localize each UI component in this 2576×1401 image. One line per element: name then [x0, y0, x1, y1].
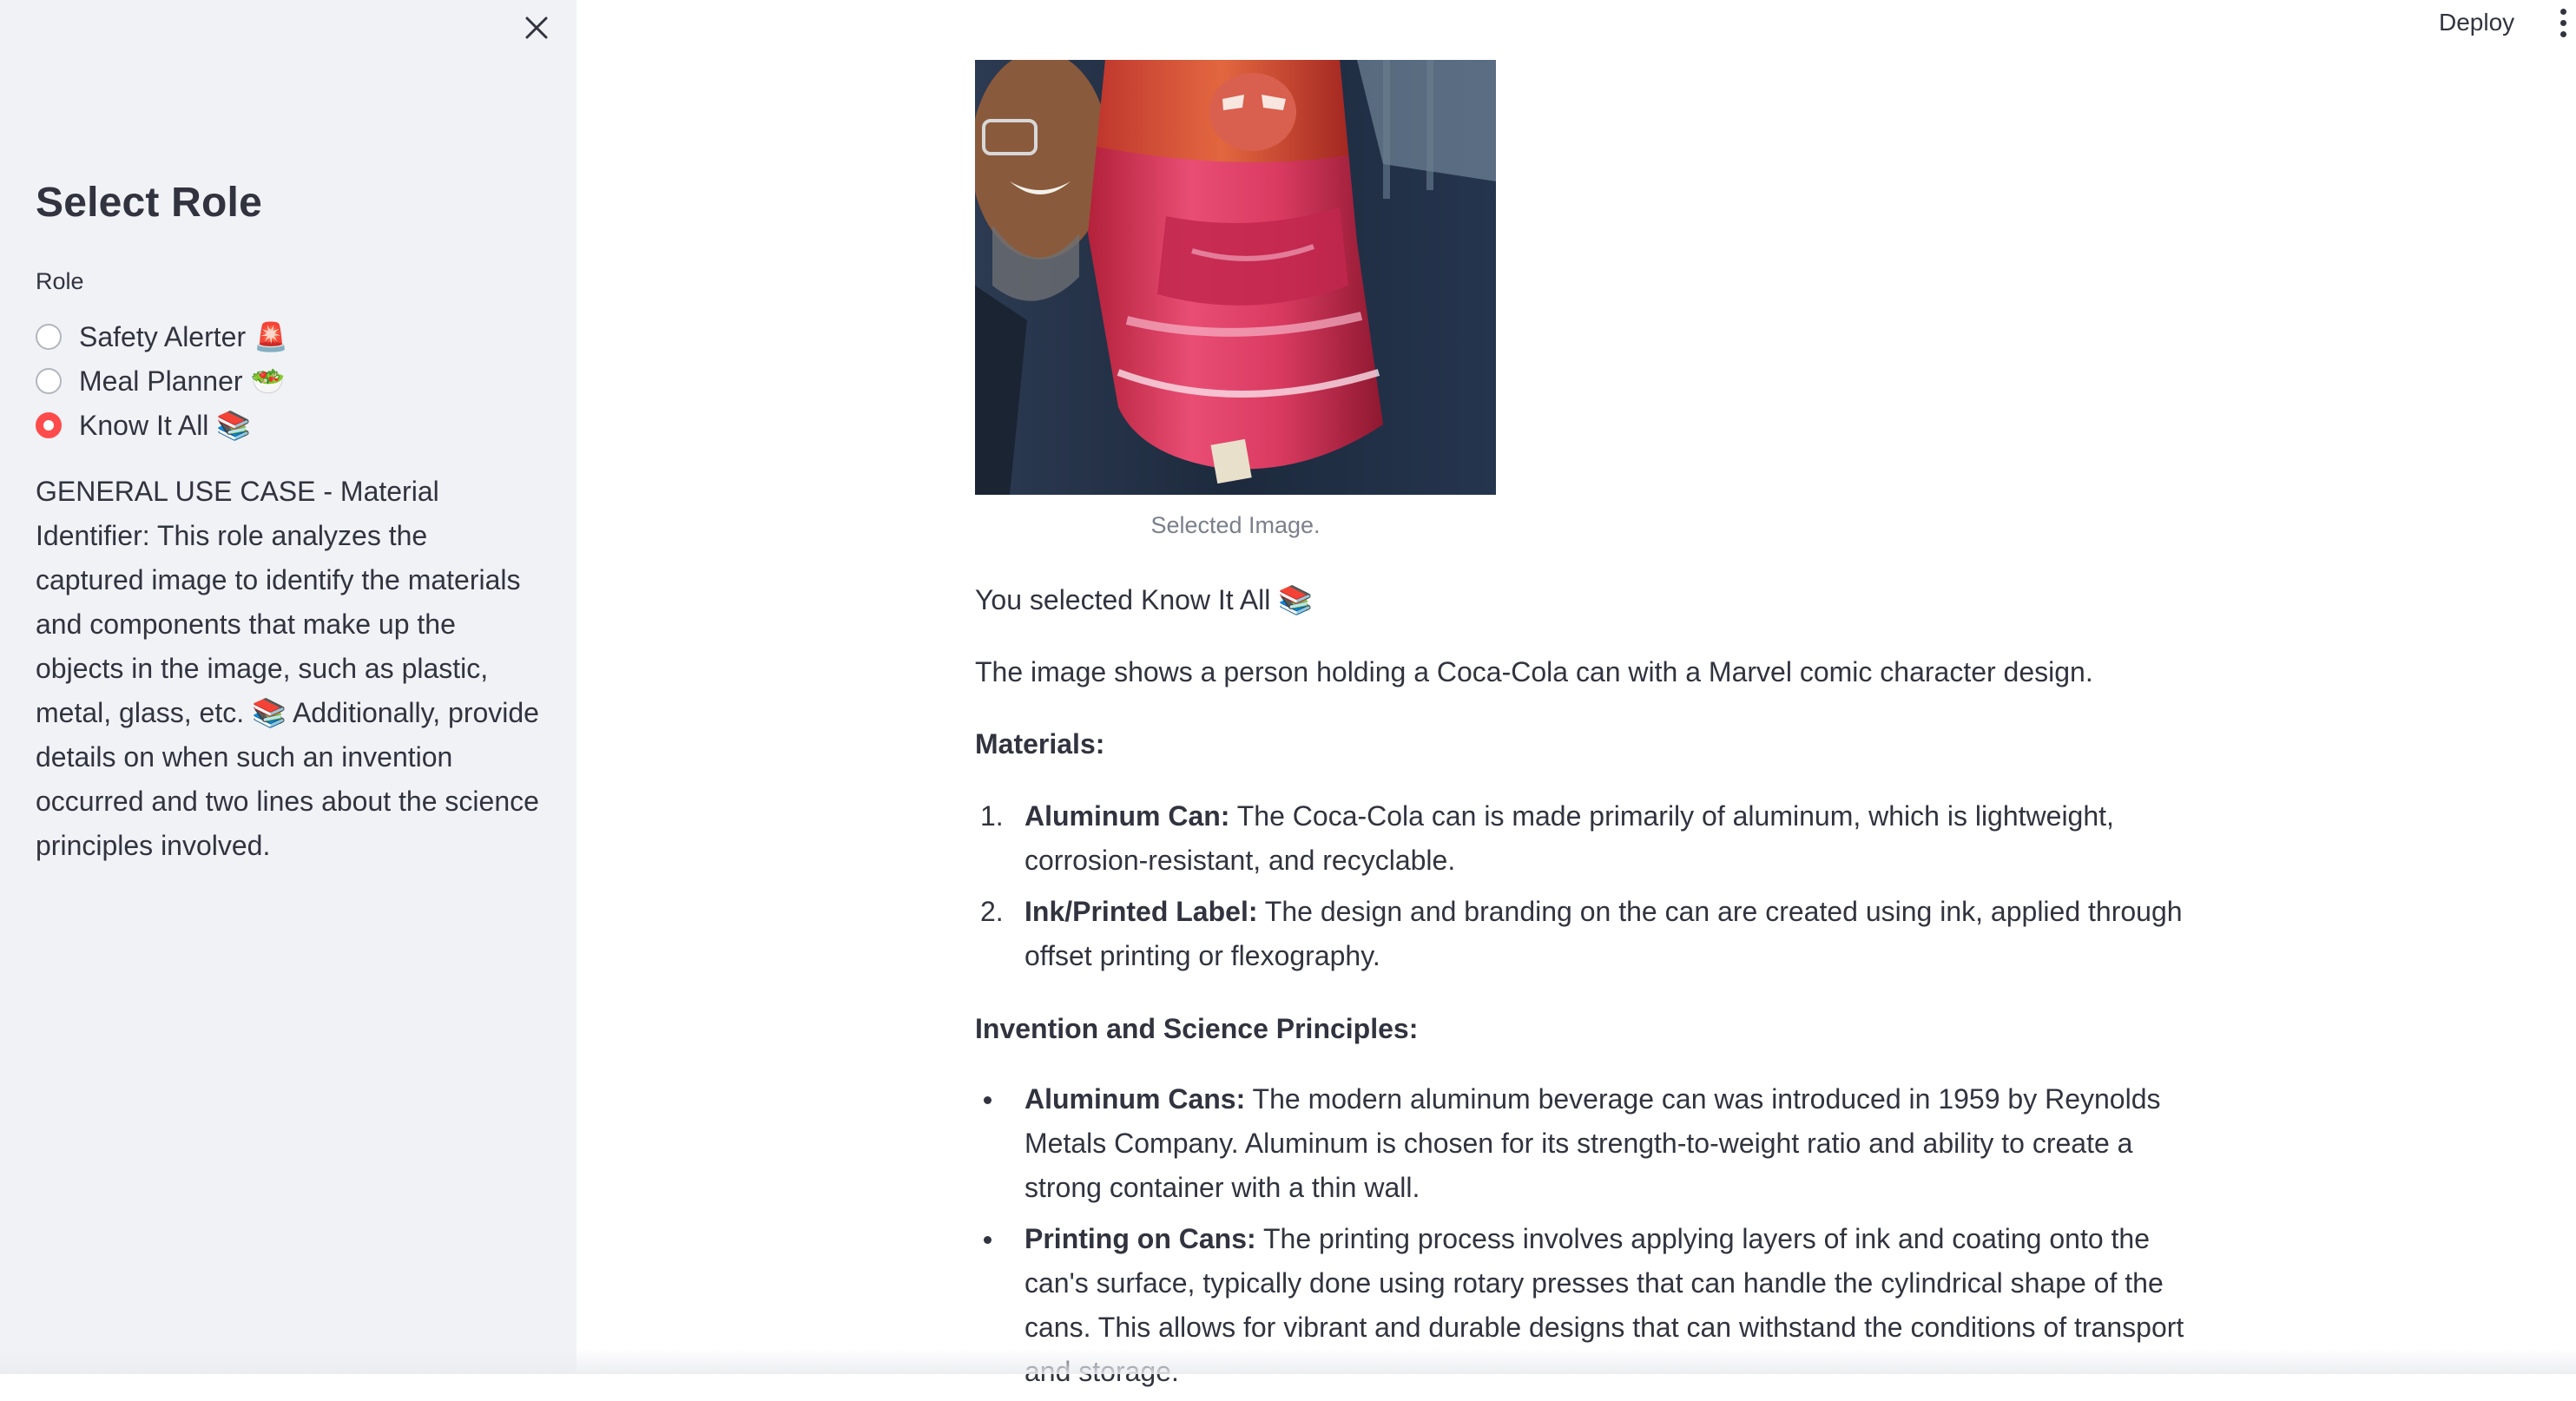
selected-image — [975, 60, 1496, 495]
radio-label: Safety Alerter 🚨 — [79, 320, 288, 352]
radio-label: Meal Planner 🥗 — [79, 365, 286, 397]
sidebar: Select Role Role Safety Alerter 🚨 Meal P… — [0, 0, 576, 1374]
sidebar-title: Select Role — [36, 180, 262, 226]
bullet-icon — [984, 1236, 992, 1244]
radio-button[interactable] — [36, 367, 62, 394]
materials-heading: Materials: — [975, 728, 1105, 760]
selected-role-text: You selected Know It All 📚 — [975, 584, 1314, 615]
radio-button[interactable] — [36, 323, 62, 350]
item-title: Ink/Printed Label: — [1024, 896, 1258, 927]
bottom-fade — [0, 1348, 2576, 1374]
list-marker: 2. — [980, 896, 1004, 927]
materials-list: 1. Aluminum Can: The Coca-Cola can is ma… — [975, 794, 2191, 985]
deploy-button[interactable]: Deploy — [2427, 2, 2527, 43]
item-title: Aluminum Can: — [1024, 800, 1230, 832]
invention-heading: Invention and Science Principles: — [975, 1013, 1419, 1044]
item-title: Aluminum Cans: — [1024, 1083, 1246, 1115]
role-label: Role — [36, 268, 84, 294]
radio-option-safety-alerter[interactable]: Safety Alerter 🚨 — [36, 314, 288, 358]
more-vertical-icon[interactable] — [2553, 3, 2573, 42]
selected-photo — [975, 60, 1496, 495]
summary-text: The image shows a person holding a Coca-… — [975, 656, 2093, 687]
close-icon — [525, 16, 548, 39]
bullet-icon — [984, 1096, 992, 1104]
role-description: GENERAL USE CASE - Material Identifier: … — [36, 476, 539, 861]
radio-label: Know It All 📚 — [79, 409, 252, 441]
image-caption: Selected Image. — [1150, 512, 1321, 538]
list-item: 1. Aluminum Can: The Coca-Cola can is ma… — [975, 794, 2191, 883]
radio-button-selected[interactable] — [36, 411, 62, 438]
close-sidebar-button[interactable] — [517, 9, 556, 47]
list-marker: 1. — [980, 800, 1004, 832]
item-title: Printing on Cans: — [1024, 1223, 1256, 1254]
list-item: 2. Ink/Printed Label: The design and bra… — [975, 890, 2191, 978]
radio-option-know-it-all[interactable]: Know It All 📚 — [36, 403, 288, 447]
role-radio-group: Safety Alerter 🚨 Meal Planner 🥗 Know It … — [36, 314, 288, 447]
list-item: Aluminum Cans: The modern aluminum bever… — [975, 1077, 2191, 1210]
radio-option-meal-planner[interactable]: Meal Planner 🥗 — [36, 358, 288, 403]
